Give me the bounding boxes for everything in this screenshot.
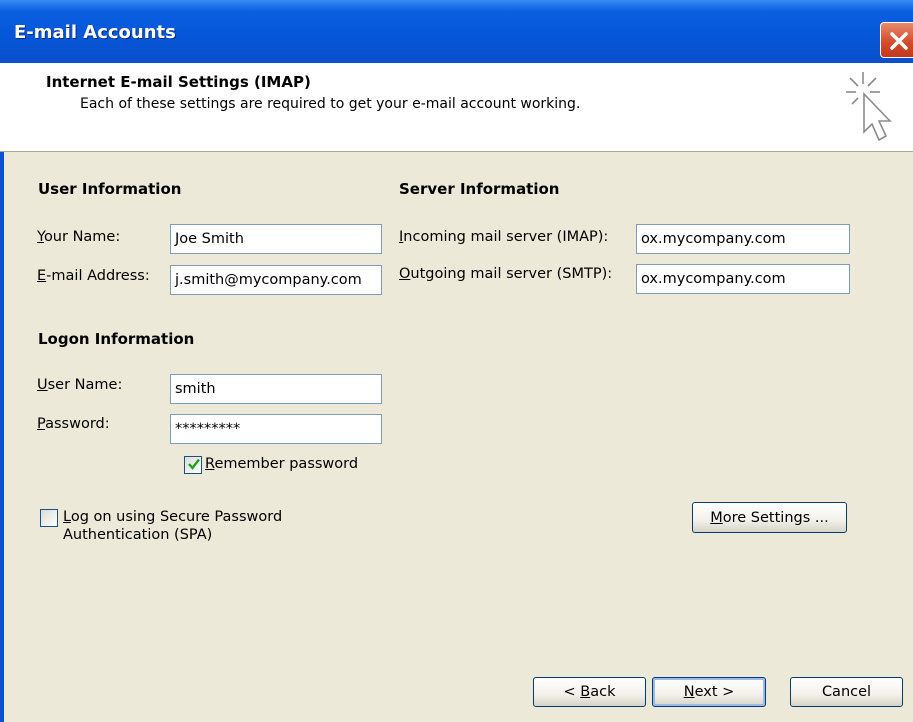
- back-prefix: <: [563, 684, 581, 700]
- checkmark-icon: [188, 458, 200, 470]
- remember-password-label[interactable]: Remember password: [205, 456, 358, 472]
- spa-label[interactable]: Log on using Secure Password Authenticat…: [63, 508, 282, 544]
- page-title: Internet E-mail Settings (IMAP): [46, 73, 311, 91]
- outgoing-server-label-key: O: [399, 266, 411, 282]
- more-settings-text: ore Settings ...: [722, 509, 829, 526]
- password-label-key: P: [37, 416, 46, 432]
- remember-password-label-text: emember password: [214, 456, 359, 472]
- username-label-text: ser Name:: [47, 377, 123, 393]
- back-key: B: [580, 684, 591, 700]
- email-input[interactable]: j.smith@mycompany.com: [170, 265, 382, 295]
- your-name-label: Your Name:: [37, 229, 120, 245]
- server-info-heading: Server Information: [399, 180, 560, 198]
- close-icon: [890, 32, 908, 50]
- outgoing-server-input[interactable]: ox.mycompany.com: [636, 264, 850, 294]
- your-name-label-text: our Name:: [43, 229, 121, 245]
- incoming-server-label: Incoming mail server (IMAP):: [399, 229, 608, 245]
- email-label-text: -mail Address:: [46, 268, 150, 284]
- cancel-button[interactable]: Cancel: [790, 677, 903, 707]
- password-input[interactable]: *********: [170, 414, 382, 444]
- username-input[interactable]: smith: [170, 374, 382, 404]
- incoming-server-input[interactable]: ox.mycompany.com: [636, 224, 850, 254]
- outgoing-server-label-text: utgoing mail server (SMTP):: [410, 266, 613, 282]
- outgoing-server-label: Outgoing mail server (SMTP):: [399, 266, 612, 282]
- username-label-key: U: [37, 377, 48, 393]
- title-bar: E-mail Accounts: [0, 0, 913, 63]
- more-settings-button[interactable]: More Settings ...: [692, 502, 847, 533]
- next-text: ext >: [694, 684, 735, 700]
- remember-password-checkbox[interactable]: [184, 456, 202, 474]
- cursor-sparkle-icon: [846, 72, 892, 142]
- back-button[interactable]: < Back: [533, 677, 646, 707]
- next-key: N: [683, 684, 695, 700]
- close-button[interactable]: [880, 22, 913, 58]
- window-title: E-mail Accounts: [14, 22, 176, 43]
- user-info-heading: User Information: [38, 180, 182, 198]
- your-name-label-key: Y: [37, 229, 44, 245]
- logon-info-heading: Logon Information: [38, 330, 195, 348]
- spa-label-text: og on using Secure Password: [70, 509, 283, 525]
- window-left-border: [0, 63, 4, 722]
- page-subtitle: Each of these settings are required to g…: [80, 96, 581, 112]
- spa-label-line2: Authentication (SPA): [63, 527, 213, 543]
- spa-checkbox[interactable]: [40, 509, 58, 527]
- email-label-key: E: [37, 268, 47, 284]
- email-label: E-mail Address:: [37, 268, 150, 284]
- username-label: User Name:: [37, 377, 122, 393]
- spa-label-key: L: [63, 509, 71, 525]
- back-text: ack: [590, 684, 616, 700]
- next-button[interactable]: Next >: [652, 677, 766, 707]
- password-label: Password:: [37, 416, 110, 432]
- spa-label-line1: Log on using Secure Password: [63, 508, 282, 526]
- wizard-header: Internet E-mail Settings (IMAP) Each of …: [0, 63, 913, 152]
- incoming-server-label-text: ncoming mail server (IMAP):: [403, 229, 609, 245]
- password-label-text: assword:: [45, 416, 110, 432]
- your-name-input[interactable]: Joe Smith: [170, 224, 382, 254]
- more-settings-key: M: [710, 509, 723, 526]
